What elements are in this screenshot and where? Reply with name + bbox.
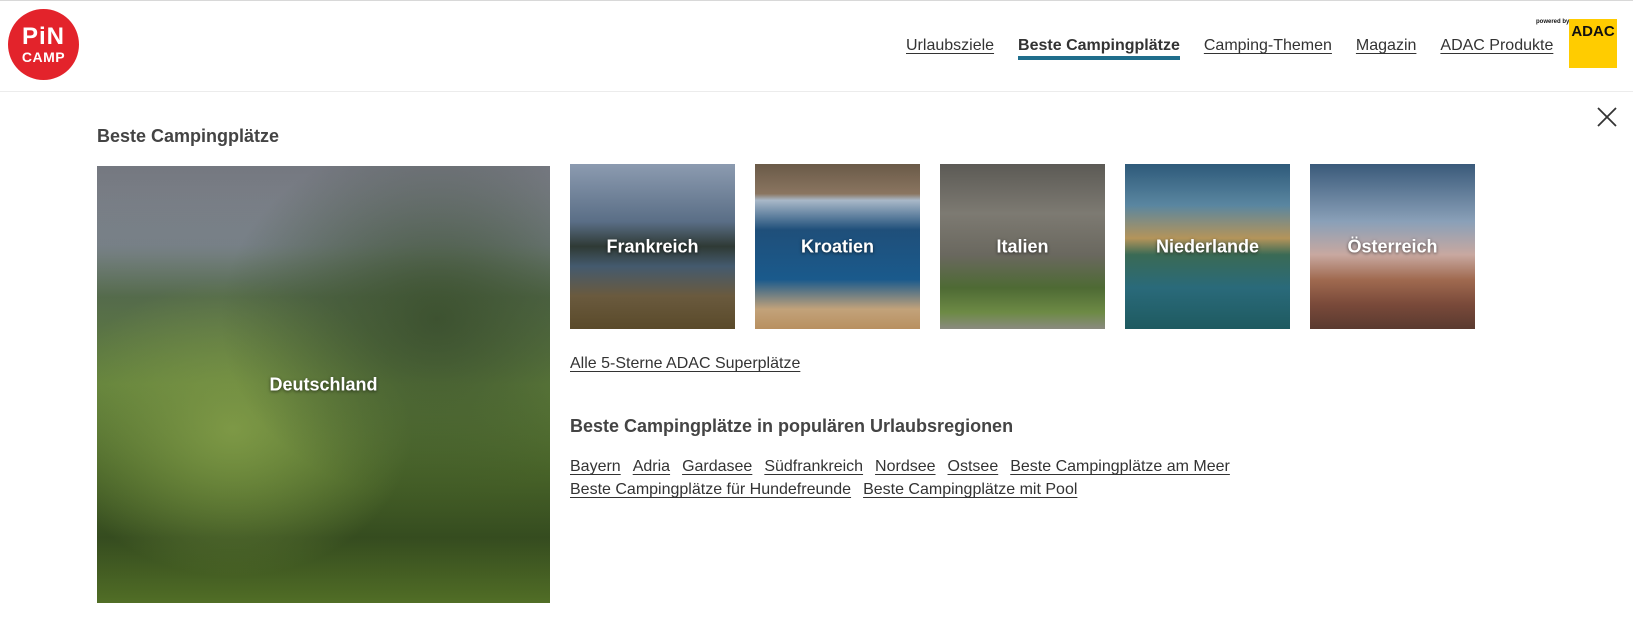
logo-line-1: PiN [21,23,65,50]
region-link-ostsee[interactable]: Ostsee [948,457,999,476]
frankreich-label: Frankreich [606,236,699,256]
region-link-gardasee[interactable]: Gardasee [682,457,752,476]
deutschland-label: Deutschland [269,374,378,394]
adac-logo-text: ADAC [1571,23,1615,40]
nav-urlaubsziele[interactable]: Urlaubsziele [906,37,994,60]
niederlande-label: Niederlande [1155,236,1260,256]
region-link-pool[interactable]: Beste Campingplätze mit Pool [863,480,1077,499]
region-links: Bayern Adria Gardasee Südfrankreich Nord… [570,457,1510,499]
main-nav: Urlaubsziele Beste Campingplätze Camping… [906,37,1553,60]
logo-line-2: CAMP [21,49,66,65]
close-menu-button[interactable] [1597,107,1617,127]
region-link-meer[interactable]: Beste Campingplätze am Meer [1010,457,1230,476]
country-card-niederlande[interactable]: Niederlande [1125,164,1290,329]
nav-adac-produkte[interactable]: ADAC Produkte [1440,37,1553,60]
country-card-italien[interactable]: Italien [940,164,1105,329]
country-cards: Frankreich Kroatien Italien Niederlande … [570,164,1475,329]
nav-camping-themen[interactable]: Camping-Themen [1204,37,1332,60]
nav-magazin[interactable]: Magazin [1356,37,1416,60]
kroatien-label: Kroatien [800,236,874,256]
country-card-deutschland[interactable]: Deutschland [97,166,550,603]
oesterreich-label: Österreich [1347,236,1438,256]
nav-beste-campingplaetze[interactable]: Beste Campingplätze [1018,37,1180,60]
adac-logo[interactable]: ADAC [1569,19,1617,68]
region-link-nordsee[interactable]: Nordsee [875,457,935,476]
panel-title: Beste Campingplätze [97,126,280,146]
region-link-suedfrankreich[interactable]: Südfrankreich [764,457,863,476]
country-card-frankreich[interactable]: Frankreich [570,164,735,329]
pincamp-logo[interactable]: PiN CAMP [8,9,79,80]
country-card-oesterreich[interactable]: Österreich [1310,164,1475,329]
region-link-hundefreunde[interactable]: Beste Campingplätze für Hundefreunde [570,480,851,499]
superplaetze-link[interactable]: Alle 5-Sterne ADAC Superplätze [570,355,800,373]
region-link-bayern[interactable]: Bayern [570,457,621,476]
italien-label: Italien [996,236,1049,256]
site-header: PiN CAMP Urlaubsziele Beste Campingplätz… [0,0,1633,92]
regions-title: Beste Campingplätze in populären Urlaubs… [570,416,1014,436]
powered-by-label: powered by [1536,19,1570,25]
close-icon [1597,107,1617,127]
country-card-kroatien[interactable]: Kroatien [755,164,920,329]
region-link-adria[interactable]: Adria [633,457,670,476]
